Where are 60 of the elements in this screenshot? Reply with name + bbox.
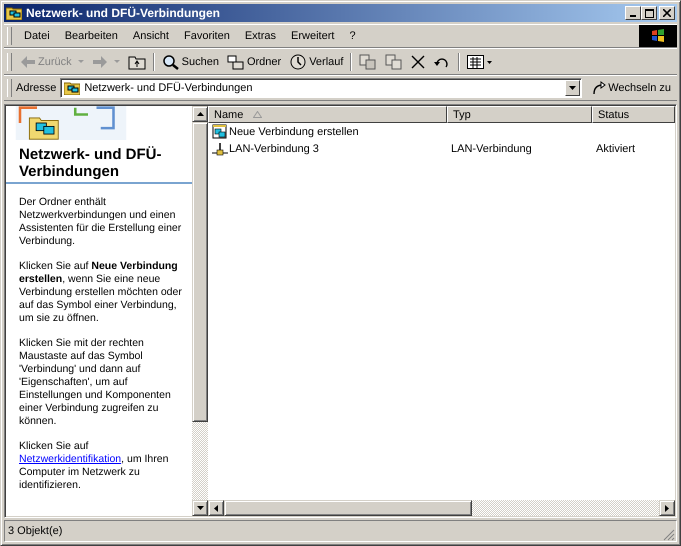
scroll-left-icon [214,504,218,512]
connection-status: Aktiviert [596,142,636,154]
caret-icon [569,86,576,90]
flag-logo-icon [650,28,666,44]
forward-arrow-icon [92,54,108,68]
folders-icon [226,54,245,70]
description-paragraph: Klicken Sie auf Neue Verbindung erstellen, wenn Sie eine neue Verbindung erstellen möchten oder auf das Symbol einer Verbindung, um sie zu öffnen. [19,260,183,325]
move-to-icon [359,54,378,70]
description-paragraph: Der Ordner enthält Netzwerkverbindungen und einen Assistenten für die Erstellung einer Verbindung. [19,196,182,248]
sort-ascending-icon [253,111,262,118]
description-paragraph: Klicken Sie mit der rechten Maustaste auf das Symbol 'Verbindung' und dann auf 'Eigenschaften', um auf Einstellungen und Komponenten einer Verbindung zugreifen zu können. [19,337,172,428]
scroll-right-icon [665,504,669,512]
views-icon [467,54,494,68]
network-folder-icon [64,81,80,95]
go-arrow-icon [592,81,606,95]
network-folder-icon [6,6,22,20]
menu-item[interactable]: Ansicht [124,30,176,42]
go-button[interactable]: Wechseln zu [582,81,677,95]
dropdown-button[interactable] [565,80,580,96]
caret-icon [78,60,84,64]
clock-icon [289,54,308,70]
column-header[interactable]: Status [592,106,675,123]
close-button[interactable] [659,6,675,20]
minimize-button[interactable] [625,6,641,20]
address-label: Adresse [16,82,56,94]
menu-item[interactable]: Favoriten [176,30,237,42]
maximize-icon [644,8,654,18]
folders-button[interactable]: Ordner [222,50,286,72]
search-button[interactable]: Suchen [158,50,223,72]
delete-icon [411,54,426,68]
folder-up-icon [128,54,146,70]
menu-item[interactable]: Erweitert [283,30,342,42]
search-icon [162,54,180,70]
back-arrow-icon [20,54,36,68]
pane-title: Netzwerk- und DFÜ-Verbindungen [18,145,162,182]
maximize-button[interactable] [641,6,657,20]
scroll-down-icon [196,506,204,510]
menu-item[interactable]: Bearbeiten [56,30,125,42]
horizontal-scrollbar[interactable] [208,500,675,516]
menu-item[interactable]: Datei [16,30,57,42]
history-button[interactable]: Verlauf [285,50,348,72]
column-header[interactable]: Name [208,106,447,123]
vertical-scrollbar[interactable] [192,106,208,516]
scroll-up-icon [196,112,204,116]
network-id-link[interactable]: Netzwerkidentifikation [19,453,122,465]
description-paragraph: Klicken Sie auf Netzwerkidentifikation, um Ihren Computer im Netzwerk zu identifizieren. [19,440,170,492]
connection-name[interactable]: Neue Verbindung erstellen [229,126,359,138]
caret-icon [114,60,120,64]
copy-to-icon [385,54,404,70]
close-icon [663,9,671,17]
network-plug-icon [212,140,228,156]
status-text: 3 Objekt(e) [8,525,64,537]
column-header[interactable]: Typ [447,106,592,123]
menu-item[interactable]: ? [341,30,363,42]
address-field[interactable]: Netzwerk- und DFÜ-Verbindungen [60,78,582,98]
connection-type: LAN-Verbindung [451,142,532,154]
menu-item[interactable]: Extras [236,30,284,42]
connection-name[interactable]: LAN-Verbindung 3 [229,142,319,154]
window-title: Netzwerk- und DFÜ-Verbindungen [26,6,222,20]
new-connection-icon [212,124,228,140]
